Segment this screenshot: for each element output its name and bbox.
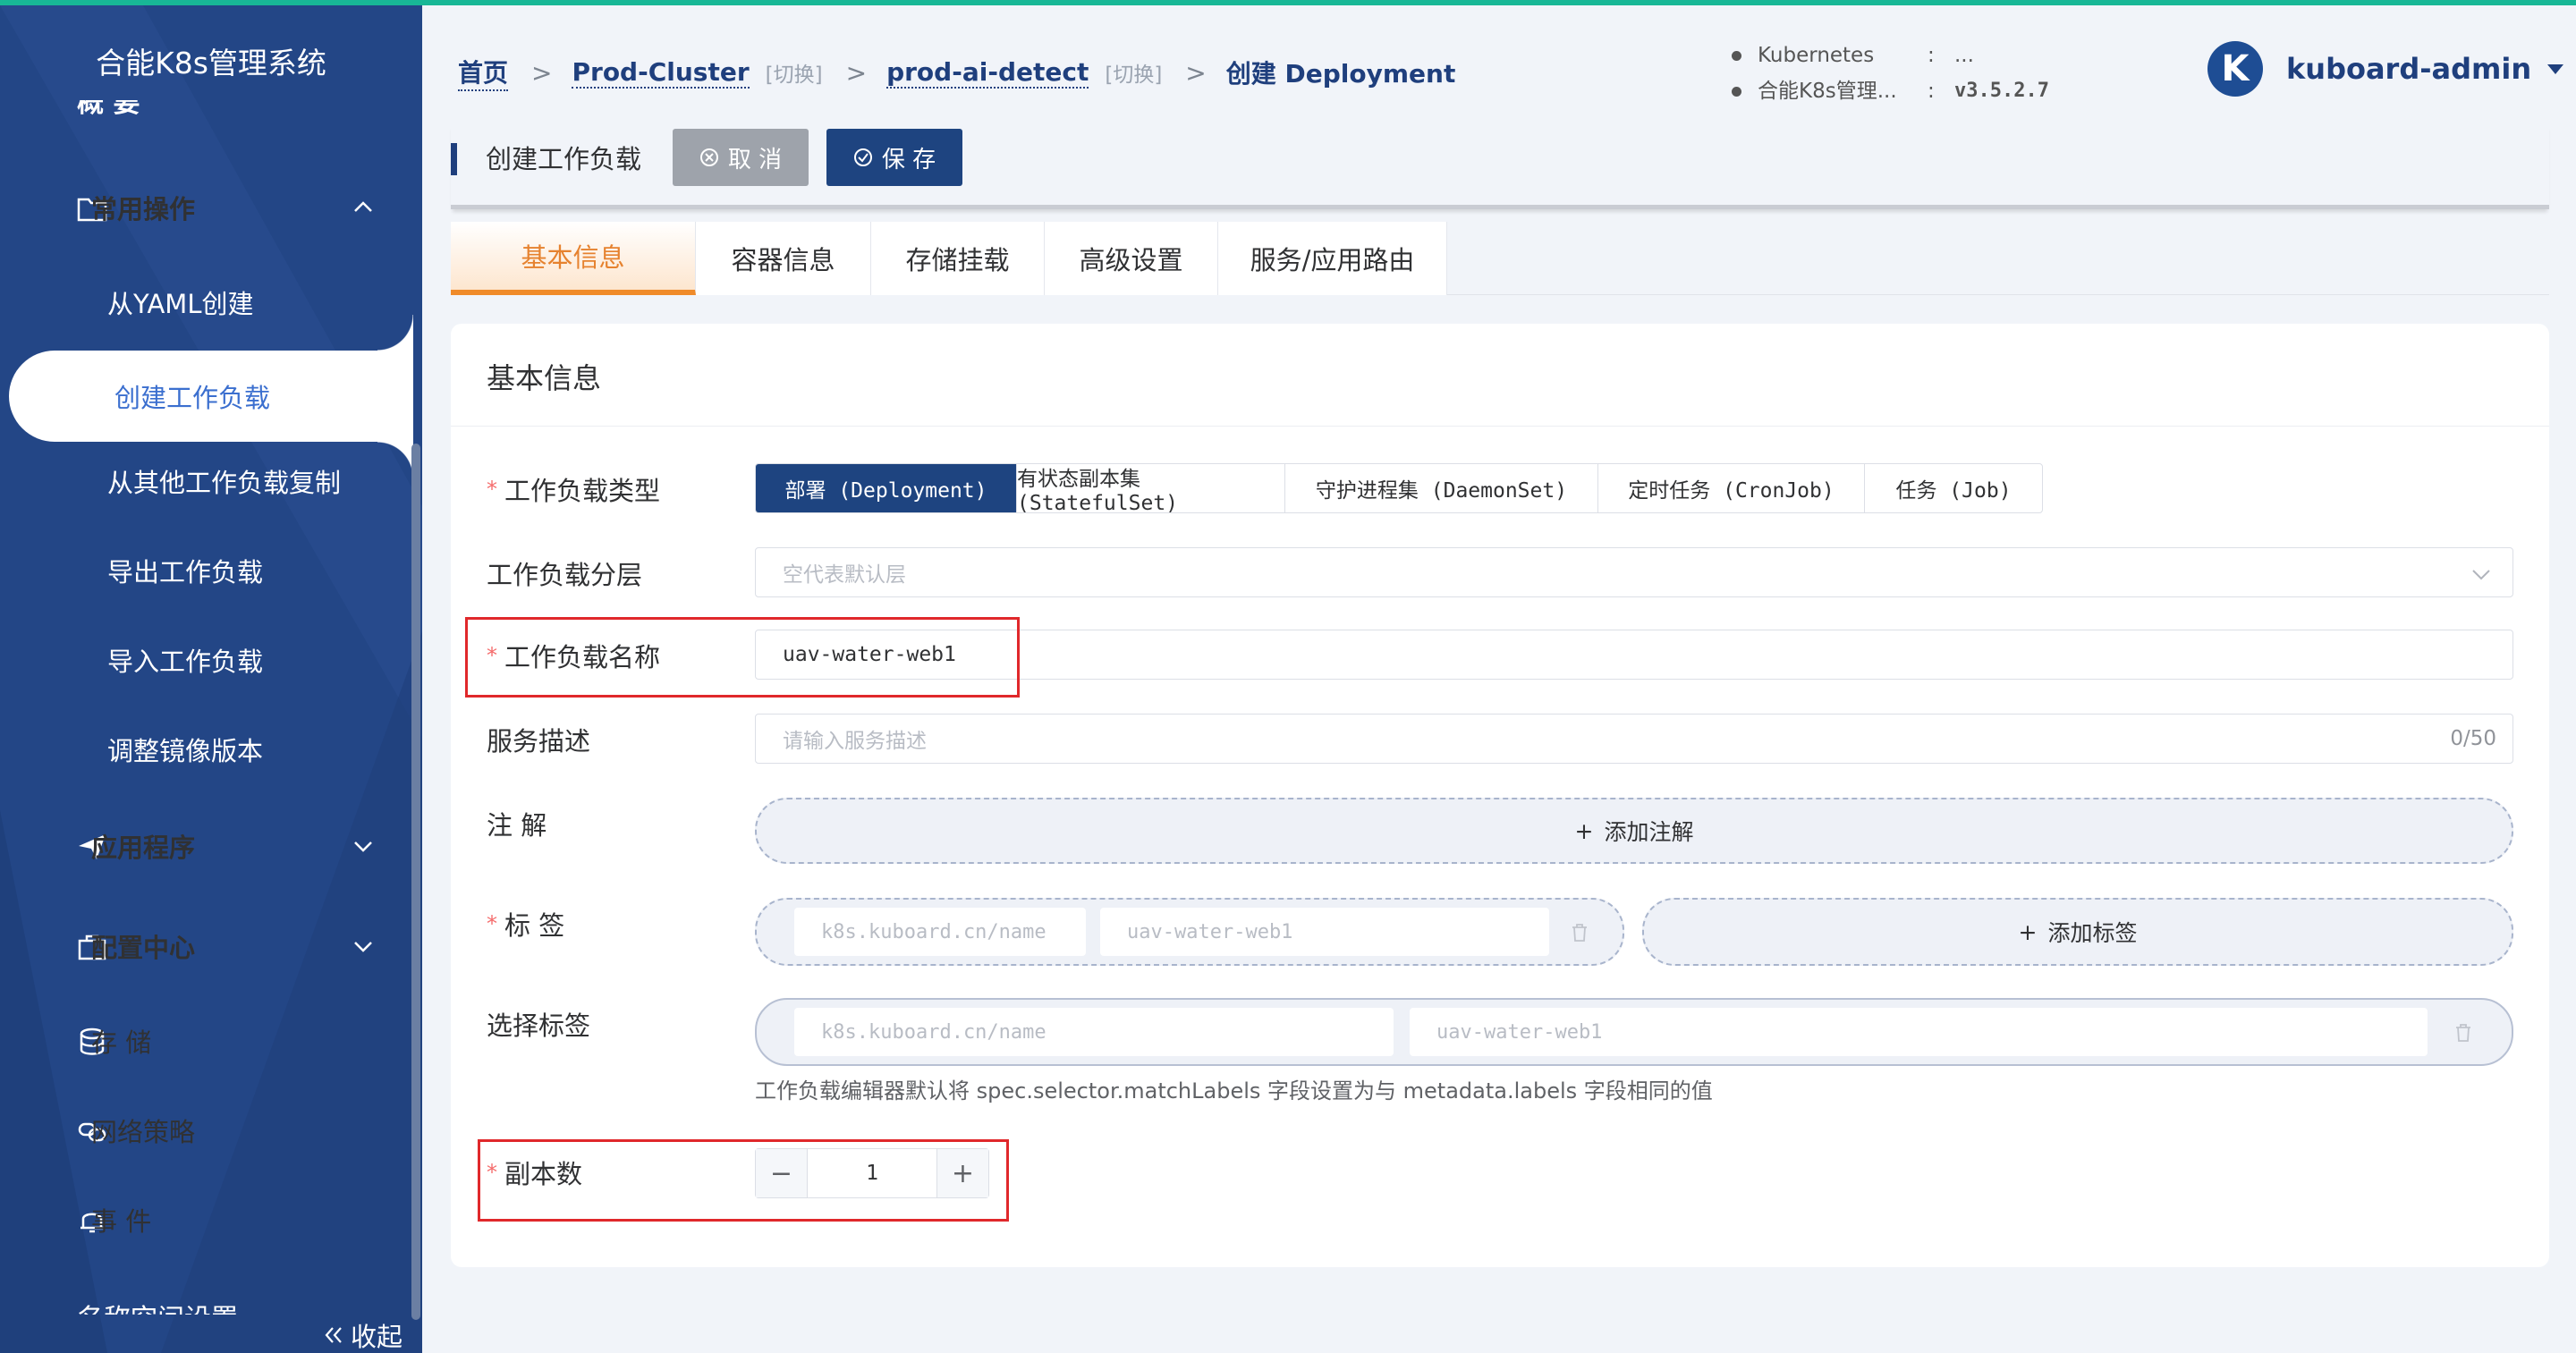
chevron-right-icon: > [531,57,553,88]
tab-bar: 基本信息 容器信息 存储挂载 高级设置 服务/应用路由 [451,222,2549,295]
sidebar-item-create-workload[interactable]: 创建工作负载 [9,315,413,478]
plus-icon: + [2018,918,2038,945]
sidebar-item-import-workload[interactable]: 导入工作负载 [0,615,413,705]
collapse-button[interactable]: 收起 [324,1316,402,1353]
chevron-up-icon [354,201,372,212]
type-deployment-option[interactable]: 部署 (Deployment) [756,464,1017,512]
avatar: K [2207,41,2263,97]
cancel-button[interactable]: 取 消 [673,129,809,186]
workload-type-label: * 工作负载类型 [487,476,661,506]
top-accent-line [0,0,2576,5]
label-value-input[interactable]: uav-water-web1 [1100,908,1549,956]
sidebar-group-apps[interactable]: 应用程序 [0,801,413,891]
version-info: Kubernetes:... 合能K8s管理...: v3.5.2.7 [1732,38,2049,109]
trash-icon [2456,1024,2470,1042]
cluster-switch-link[interactable]: [切换] [766,57,823,88]
tab-advanced-settings[interactable]: 高级设置 [1045,222,1218,295]
tab-container-info[interactable]: 容器信息 [696,222,871,295]
selector-key-input: k8s.kuboard.cn/name [794,1008,1394,1056]
chevron-right-icon: > [845,57,868,88]
trash-icon[interactable] [1571,923,1589,943]
sidebar-item-image-version[interactable]: 调整镜像版本 [0,705,413,794]
highlight-box-name [465,617,1020,698]
sidebar-item-network-policy[interactable]: 网络策略 [0,1086,413,1175]
type-daemonset-option[interactable]: 守护进程集 (DaemonSet) [1285,464,1598,512]
close-circle-icon [699,148,718,166]
sidebar-group-common[interactable]: 常用操作 [0,163,413,252]
sidebar-footer: 收起 [0,1307,422,1353]
label-entry: k8s.kuboard.cn/name uav-water-web1 [755,898,1624,966]
tab-storage-mount[interactable]: 存储挂载 [871,222,1045,295]
user-menu[interactable]: K kuboard-admin [2207,41,2564,97]
type-job-option[interactable]: 任务 (Job) [1865,464,2042,512]
namespace-switch-link[interactable]: [切换] [1105,57,1162,88]
divider [451,426,2549,427]
basic-info-card: 基本信息 * 工作负载类型 部署 (Deployment) 有状态副本集 (Sta… [451,324,2549,1267]
char-counter: 0/50 [2450,727,2496,750]
sidebar-item-yaml-create[interactable]: 从YAML创建 [0,258,413,347]
section-title: 基本信息 [487,361,602,395]
breadcrumb-current: 创建 Deployment [1225,59,1456,89]
double-chevron-left-icon [325,1327,342,1343]
workload-layer-select[interactable]: 空代表默认层 [755,547,2513,597]
service-desc-label: 服务描述 [487,726,591,757]
tab-service-routing[interactable]: 服务/应用路由 [1218,222,1447,295]
workload-type-selector: 部署 (Deployment) 有状态副本集 (StatefulSet) 守护进… [755,463,2043,513]
selector-label: 选择标签 [487,1011,591,1041]
sidebar-scrollbar[interactable] [411,444,420,1320]
labels-label: * 标 签 [487,910,565,941]
sidebar-item-copy-workload[interactable]: 从其他工作负载复制 [0,436,413,526]
check-circle-icon [853,148,872,166]
selector-hint: 工作负载编辑器默认将 spec.selector.matchLabels 字段设… [755,1078,1713,1104]
workload-layer-label: 工作负载分层 [487,560,643,590]
app-title: 合能K8s管理系统 [96,46,326,80]
sidebar: 合能K8s管理系统 概 要 常用操作 从YAML创建 创建工作负载 从其他工作负… [0,5,422,1353]
type-cronjob-option[interactable]: 定时任务 (CronJob) [1598,464,1865,512]
header: 首页 > Prod-Cluster [切换] > prod-ai-detect … [422,5,2576,131]
save-button[interactable]: 保 存 [826,129,962,186]
selector-value-input: uav-water-web1 [1410,1008,2428,1056]
type-statefulset-option[interactable]: 有状态副本集 (StatefulSet) [1017,464,1285,512]
sidebar-item-export-workload[interactable]: 导出工作负载 [0,526,413,615]
sidebar-group-config[interactable]: 配置中心 [0,901,413,991]
page-title: 创建工作负载 [451,143,641,175]
highlight-box-replicas [478,1139,1009,1222]
chevron-down-icon [354,841,372,852]
caret-down-icon [2547,63,2564,74]
breadcrumb-namespace[interactable]: prod-ai-detect [886,57,1089,89]
service-desc-input[interactable]: 请输入服务描述 0/50 [755,714,2513,764]
add-label-button[interactable]: + 添加标签 [1642,898,2513,966]
tab-basic-info[interactable]: 基本信息 [451,222,696,295]
sidebar-item-storage[interactable]: 存 储 [0,996,413,1086]
selector-entry: k8s.kuboard.cn/name uav-water-web1 [755,998,2513,1066]
breadcrumb-home[interactable]: 首页 [458,54,509,91]
plus-icon: + [1574,817,1594,844]
breadcrumb: 首页 > Prod-Cluster [切换] > prod-ai-detect … [458,54,1455,91]
breadcrumb-cluster[interactable]: Prod-Cluster [572,57,750,89]
username: kuboard-admin [2286,52,2532,86]
sidebar-item-overview[interactable]: 概 要 [77,100,140,136]
chevron-down-icon [2472,570,2490,580]
annotation-label: 注 解 [487,810,547,841]
page-toolbar: 创建工作负载 取 消 保 存 [451,123,2549,209]
sidebar-item-events[interactable]: 事 件 [0,1175,413,1264]
add-annotation-button[interactable]: + 添加注解 [755,798,2513,864]
chevron-right-icon: > [1185,57,1207,88]
label-key-input[interactable]: k8s.kuboard.cn/name [794,908,1086,956]
chevron-down-icon [354,942,372,952]
